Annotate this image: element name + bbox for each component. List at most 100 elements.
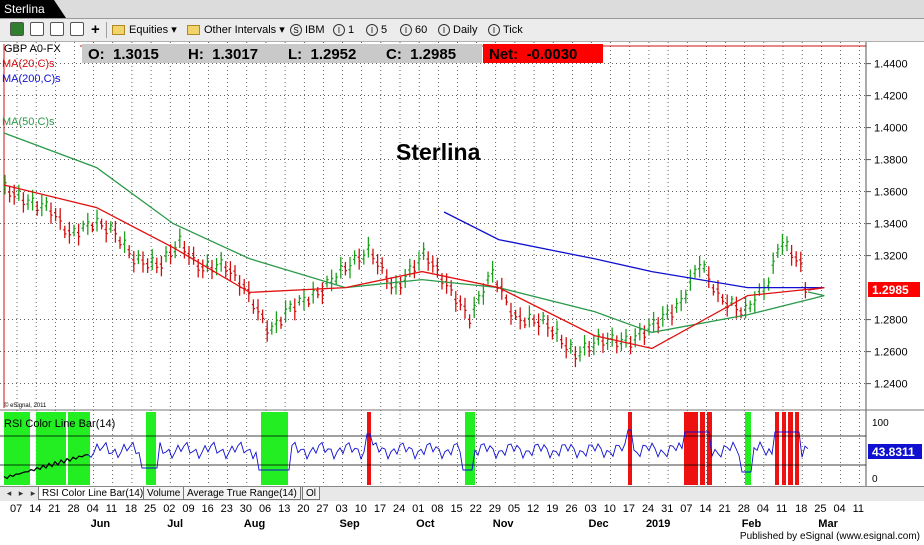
chart-title: Sterlina — [396, 139, 481, 165]
rsi-highlight-block — [775, 412, 779, 485]
rsi-highlight-block — [788, 412, 793, 485]
tab-volume[interactable]: Volume — [143, 487, 185, 500]
rsi-highlight-block — [795, 412, 799, 485]
date-tick-label: 17 — [374, 503, 386, 515]
rsi-highlight-block — [700, 412, 705, 485]
date-tick-label: 07 — [680, 503, 692, 515]
open-value: O: 1.3015 — [88, 46, 159, 63]
rsi-tick-0: 0 — [872, 474, 878, 485]
month-label: Dec — [589, 518, 609, 530]
price-tick-label: 1.4200 — [874, 91, 908, 103]
price-tick-label: 1.4400 — [874, 59, 908, 71]
date-tick-label: 27 — [316, 503, 328, 515]
rsi-highlight-block — [628, 412, 632, 485]
tab-atr[interactable]: Average True Range(14) — [183, 487, 301, 500]
rsi-highlight-block — [261, 412, 288, 485]
date-tick-label: 10 — [604, 503, 616, 515]
date-tick-label: 13 — [278, 503, 290, 515]
date-tick-label: 11 — [776, 503, 787, 515]
date-tick-label: 23 — [221, 503, 233, 515]
high-value: H: 1.3017 — [188, 46, 258, 63]
rsi-label: RSI Color Line Bar(14) — [4, 418, 115, 430]
date-tick-label: 02 — [163, 503, 175, 515]
date-tick-label: 14 — [29, 503, 41, 515]
month-label: Aug — [244, 518, 265, 530]
date-tick-label: 04 — [757, 503, 769, 515]
date-tick-label: 14 — [699, 503, 711, 515]
rsi-highlight-block — [146, 412, 156, 485]
copyright-label: © eSignal, 2011 — [4, 402, 47, 409]
date-tick-label: 04 — [833, 503, 845, 515]
last-price-value: 1.2985 — [872, 283, 909, 297]
date-tick-label: 28 — [67, 503, 79, 515]
price-tick-label: 1.2600 — [874, 347, 908, 359]
month-label: Feb — [742, 518, 762, 530]
price-tick-label: 1.3400 — [874, 219, 908, 231]
month-label: Oct — [416, 518, 435, 530]
date-tick-label: 07 — [10, 503, 22, 515]
rsi-tick-100: 100 — [872, 418, 889, 429]
rsi-highlight-block — [745, 412, 751, 485]
date-tick-label: 03 — [336, 503, 348, 515]
date-tick-label: 19 — [546, 503, 558, 515]
date-tick-label: 17 — [623, 503, 635, 515]
price-chart[interactable]: 1.4400 1.4200 1.4000 1.3800 1.3600 1.3400 1.32… — [0, 0, 924, 545]
date-tick-label: 15 — [450, 503, 462, 515]
date-tick-label: 09 — [182, 503, 194, 515]
price-tick-label: 1.3800 — [874, 155, 908, 167]
rsi-highlight-block — [465, 412, 475, 485]
rsi-highlight-block — [367, 412, 371, 485]
date-tick-label: 30 — [240, 503, 252, 515]
date-tick-label: 25 — [144, 503, 156, 515]
month-label: Jul — [167, 518, 183, 530]
month-label: Nov — [493, 518, 515, 530]
date-tick-label: 04 — [87, 503, 99, 515]
footer-credit: Published by eSignal (www.esignal.com) — [739, 531, 920, 542]
price-tick-label: 1.2800 — [874, 315, 908, 327]
date-tick-label: 11 — [106, 503, 117, 515]
date-tick-label: 29 — [489, 503, 501, 515]
date-tick-label: 26 — [565, 503, 577, 515]
ma200-label: MA(200,C)s — [2, 73, 61, 85]
rsi-value: 43.8311 — [872, 445, 915, 459]
date-tick-label: 12 — [527, 503, 539, 515]
date-tick-label: 21 — [48, 503, 60, 515]
price-tick-label: 1.3200 — [874, 251, 908, 263]
date-tick-label: 25 — [814, 503, 826, 515]
ma20-label: MA(20,C)s — [2, 58, 55, 70]
date-tick-label: 05 — [508, 503, 520, 515]
rsi-highlight-block — [782, 412, 786, 485]
net-value: Net: -0.0030 — [489, 46, 577, 63]
date-tick-label: 18 — [795, 503, 807, 515]
price-tick-label: 1.4000 — [874, 123, 908, 135]
tab-nav-prev-icon[interactable]: ▸ — [16, 488, 26, 499]
date-tick-label: 11 — [853, 503, 864, 515]
price-tick-label: 1.2400 — [874, 379, 908, 391]
date-tick-label: 03 — [585, 503, 597, 515]
date-tick-label: 10 — [355, 503, 367, 515]
tab-oi[interactable]: Ol — [302, 487, 320, 500]
month-label: Jun — [91, 518, 111, 530]
date-tick-label: 28 — [738, 503, 750, 515]
date-tick-label: 31 — [661, 503, 673, 515]
close-value: C: 1.2985 — [386, 46, 456, 63]
month-label: Sep — [340, 518, 360, 530]
date-tick-label: 20 — [297, 503, 309, 515]
tab-nav-first-icon[interactable]: ◂ — [4, 488, 14, 499]
date-tick-label: 01 — [412, 503, 424, 515]
date-tick-label: 22 — [470, 503, 482, 515]
date-tick-label: 18 — [125, 503, 137, 515]
tab-rsi[interactable]: RSI Color Line Bar(14) — [38, 487, 148, 500]
date-tick-label: 21 — [719, 503, 731, 515]
price-tick-label: 1.3600 — [874, 187, 908, 199]
study-tabs: ◂ ▸ ▸ RSI Color Line Bar(14) Volume Aver… — [0, 486, 924, 501]
rsi-highlight-block — [684, 412, 698, 485]
month-label: Mar — [818, 518, 838, 530]
date-tick-label: 24 — [393, 503, 405, 515]
date-tick-label: 06 — [259, 503, 271, 515]
month-label: 2019 — [646, 518, 670, 530]
low-value: L: 1.2952 — [288, 46, 356, 63]
ma50-label: MA(50,C)s — [2, 116, 55, 128]
date-tick-label: 16 — [202, 503, 214, 515]
tab-nav-next-icon[interactable]: ▸ — [28, 488, 38, 499]
